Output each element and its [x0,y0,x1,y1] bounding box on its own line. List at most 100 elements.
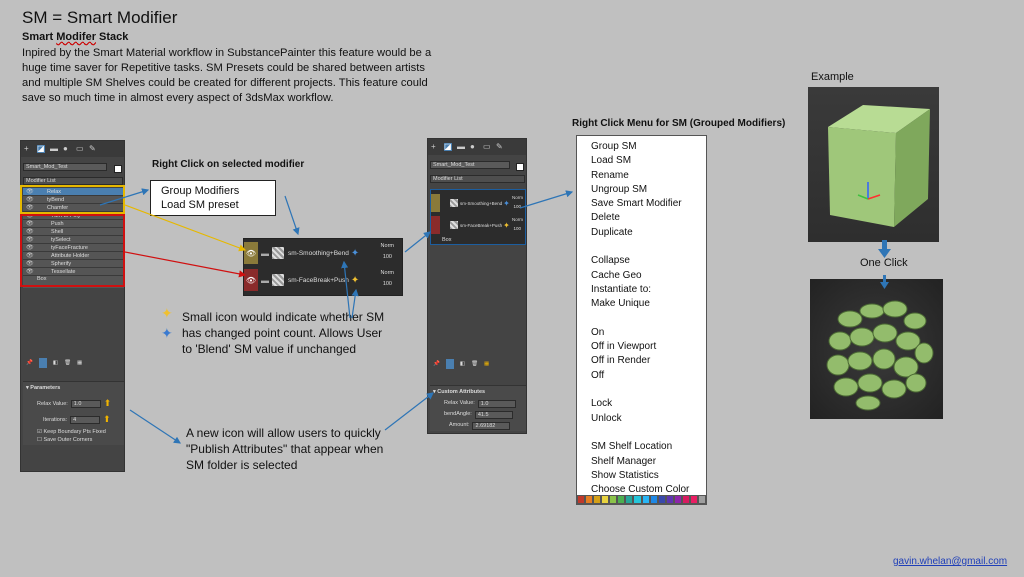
motion-tab-icon[interactable]: ● [470,143,478,151]
email-link[interactable]: gavin.whelan@gmail.com [893,556,1007,567]
sm-thumbnail-icon [450,221,458,229]
hierarchy-tab-icon[interactable]: ▬ [457,143,465,151]
one-click-arrow-small [880,275,889,289]
iterations-spinner[interactable]: 4 [70,415,101,424]
modifier-list-dropdown[interactable]: Modifier List [23,177,123,185]
color-swatch[interactable] [617,495,626,504]
menu-item[interactable]: Delete [591,211,706,225]
menu-item[interactable]: Group SM [591,140,706,154]
modify-tab-icon[interactable]: ◪ [37,145,45,153]
menu-item[interactable]: Cache Geo [591,269,706,283]
remove-modifier-icon[interactable]: 🗑 [64,360,71,366]
rollout-title[interactable]: ▾ Parameters [23,382,124,394]
bend-angle-spinner[interactable]: 41.5 [474,411,513,419]
menu-item[interactable]: Shelf Manager [591,455,706,469]
sm-row-name[interactable]: sm-Smoothing+Bend [460,201,502,206]
menu-item[interactable]: Rename [591,169,706,183]
keep-boundary-row[interactable]: ☑ Keep Boundary Pts Fixed [37,429,124,435]
sm-row-name[interactable]: sm-FaceBreak+Push [288,277,349,284]
color-swatch[interactable] [609,495,618,504]
blend-mode[interactable]: Norm [381,243,394,249]
menu-item[interactable]: Ungroup SM [591,183,706,197]
menu-item[interactable]: Save Smart Modifier [591,197,706,211]
sm-row-name[interactable]: sm-Smoothing+Bend [288,250,349,257]
color-swatch[interactable] [641,495,650,504]
stack-base-object[interactable]: Box [442,237,451,243]
color-swatch[interactable] [649,495,658,504]
blend-value[interactable]: 100 [383,254,392,260]
object-name-field[interactable]: Smart_Mod_Test [23,163,107,171]
color-swatch[interactable] [601,495,610,504]
visibility-eye-icon[interactable] [431,194,440,212]
visibility-eye-icon[interactable]: 👁 [244,269,258,291]
blend-value[interactable]: 100 [383,281,392,287]
menu-item[interactable]: Load SM [591,154,706,168]
object-color-swatch[interactable] [516,163,524,171]
color-swatch[interactable] [689,495,698,504]
utilities-tab-icon[interactable]: ✎ [496,143,504,151]
object-name-field[interactable]: Smart_Mod_Test [430,161,510,169]
show-end-result-icon[interactable] [38,358,47,368]
menu-item[interactable]: Off [591,369,706,383]
sm-row[interactable]: sm-Smoothing+Bend ✦ Norm 100 [431,194,525,212]
create-tab-icon[interactable]: + [431,143,439,151]
pin-stack-icon[interactable]: 📌 [26,360,33,366]
display-tab-icon[interactable]: ▭ [483,143,491,151]
visibility-eye-icon[interactable]: 👁 [244,242,258,264]
color-swatch[interactable] [657,495,666,504]
menu-item[interactable]: Make Unique [591,297,706,311]
color-swatch[interactable] [681,495,690,504]
menu-item[interactable]: Off in Render [591,354,706,368]
sm-row[interactable]: 👁 ▬ sm-FaceBreak+Push ✦ Norm 100 [244,269,402,291]
sm-row[interactable]: 👁 ▬ sm-Smoothing+Bend ✦ Norm 100 [244,242,402,264]
sm-thumbnail-icon [272,247,284,259]
menu-item[interactable]: SM Shelf Location [591,440,706,454]
sm-row[interactable]: sm-FaceBreak+Push ✦ Norm 100 [431,216,525,234]
menu-item[interactable]: Collapse [591,254,706,268]
menu-item[interactable]: Instantiate to: [591,283,706,297]
publish-attributes-icon[interactable]: ▦ [484,361,489,367]
motion-tab-icon[interactable]: ● [63,145,71,153]
menu-item[interactable]: On [591,326,706,340]
color-swatch[interactable] [577,495,586,504]
relax-value-spinner[interactable]: 1.0 [70,399,101,408]
color-swatch[interactable] [585,495,594,504]
make-unique-icon[interactable]: ◧ [460,361,465,367]
remove-modifier-icon[interactable]: 🗑 [471,361,478,367]
amount-spinner[interactable]: 2.69182 [472,422,511,430]
color-swatch[interactable] [625,495,634,504]
menu-item[interactable]: Lock [591,397,706,411]
menu-item[interactable]: Show Statistics [591,469,706,483]
visibility-eye-icon[interactable] [431,216,440,234]
publish-icon[interactable]: ⬆ [104,398,112,409]
modifier-list-dropdown[interactable]: Modifier List [430,175,525,183]
menu-item[interactable]: Unlock [591,412,706,426]
blend-mode[interactable]: Norm [512,195,523,200]
menu-item[interactable]: Off in Viewport [591,340,706,354]
blend-mode[interactable]: Norm [381,270,394,276]
object-color-swatch[interactable] [114,165,122,173]
color-swatch[interactable] [665,495,674,504]
rollout-title[interactable]: ▾ Custom Attributes [430,386,526,398]
make-unique-icon[interactable]: ◧ [53,360,58,366]
blend-mode[interactable]: Norm [512,217,523,222]
utilities-tab-icon[interactable]: ✎ [89,145,97,153]
blend-value[interactable]: 100 [513,226,521,231]
show-end-result-icon[interactable] [445,359,454,369]
pin-stack-icon[interactable]: 📌 [433,361,440,367]
color-swatch[interactable] [673,495,682,504]
create-tab-icon[interactable]: + [24,145,32,153]
hierarchy-tab-icon[interactable]: ▬ [50,145,58,153]
display-tab-icon[interactable]: ▭ [76,145,84,153]
sm-row-name[interactable]: sm-FaceBreak+Push [460,223,502,228]
color-swatch[interactable] [633,495,642,504]
relax-value-spinner[interactable]: 1.0 [477,400,516,408]
modify-tab-icon[interactable]: ◪ [444,143,452,151]
publish-icon[interactable]: ⬆ [103,414,111,425]
blend-value[interactable]: 100 [513,204,521,209]
color-swatch[interactable] [593,495,602,504]
configure-sets-icon[interactable]: ▦ [77,360,82,366]
save-outer-row[interactable]: ☐ Save Outer Corners [37,437,124,443]
menu-item[interactable]: Duplicate [591,226,706,240]
color-swatch[interactable] [697,495,706,504]
